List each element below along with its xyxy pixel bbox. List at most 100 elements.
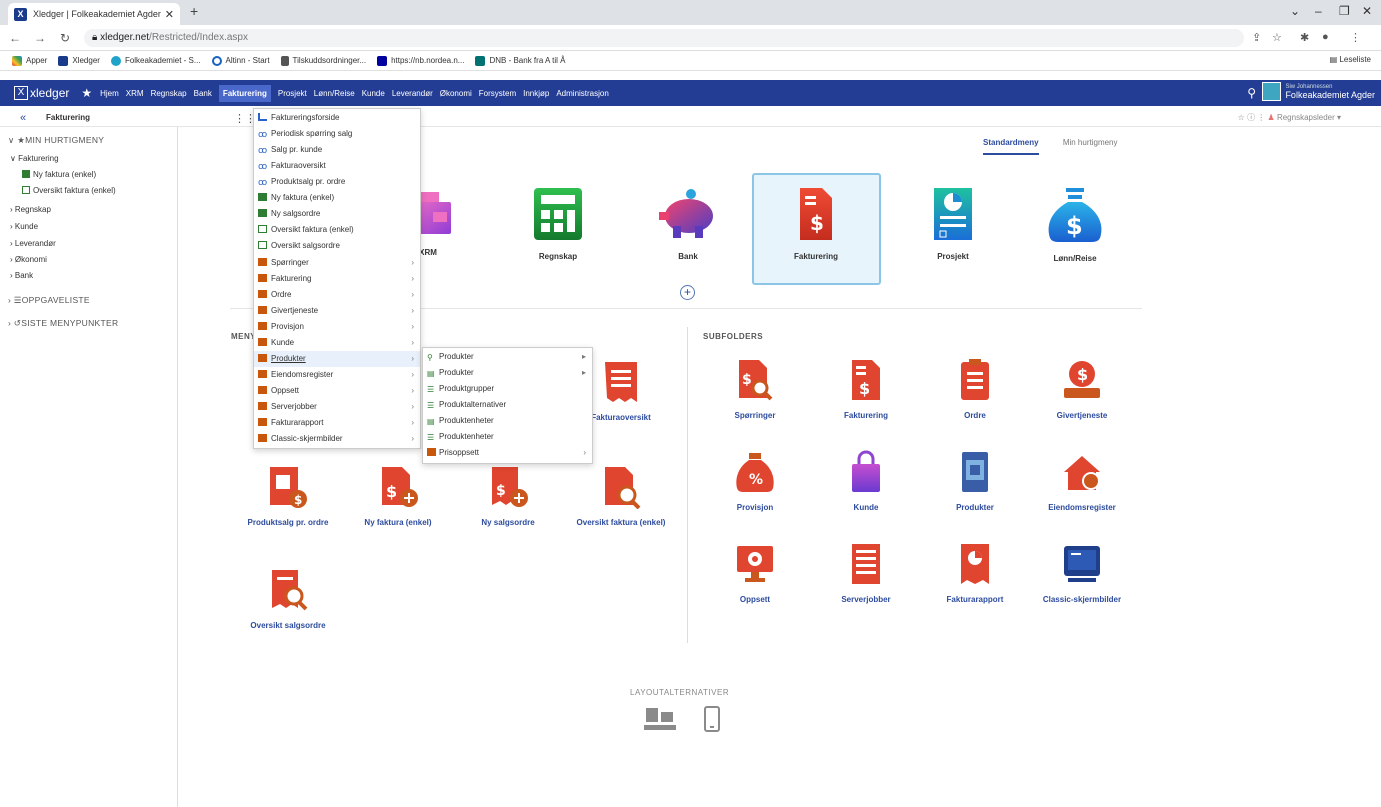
nav-forsystem[interactable]: Forsystem: [479, 89, 516, 98]
module-prosjekt[interactable]: Prosjekt: [889, 186, 1017, 261]
nav-hjem[interactable]: Hjem: [100, 89, 119, 98]
user-menu[interactable]: Siw Johannessen Folkeakademiet Agder: [1262, 82, 1375, 101]
nav-lonn-reise[interactable]: Lønn/Reise: [314, 89, 355, 98]
bookmark-star-icon[interactable]: ☆: [1272, 31, 1282, 44]
dd-oversikt-salgsordre[interactable]: Oversikt salgsordre: [254, 238, 420, 254]
sub-produktgrupper[interactable]: ☰ Produktgrupper: [423, 381, 592, 397]
dd-produkter[interactable]: Produkter ›: [254, 351, 420, 367]
tab-min-hurtigmeny[interactable]: Min hurtigmeny: [1063, 138, 1118, 147]
dd-produktsalg[interactable]: ꝏ Produktsalg pr. ordre: [254, 174, 420, 190]
xledger-logo[interactable]: Xxledger: [14, 86, 69, 100]
browser-tab[interactable]: X Xledger | Folkeakademiet Agder ✕: [8, 3, 180, 25]
share-icon[interactable]: ⇪: [1252, 31, 1261, 44]
dd-kunde[interactable]: Kunde ›: [254, 335, 420, 351]
nav-regnskap[interactable]: Regnskap: [151, 89, 187, 98]
nav-leverandor[interactable]: Leverandør: [392, 89, 433, 98]
role-select[interactable]: Regnskapsleder: [1277, 113, 1335, 122]
bookmark-tilskudd[interactable]: Tilskuddsordninger...: [280, 55, 366, 66]
profile-icon[interactable]: ●: [1322, 31, 1329, 43]
search-icon[interactable]: ⚲: [1247, 86, 1256, 100]
add-module-button[interactable]: +: [680, 285, 695, 300]
folder-fakturarapport[interactable]: Fakturarapport: [927, 542, 1023, 605]
sub-produkter-table[interactable]: ▤ Produkter ▸: [423, 365, 592, 381]
dd-provisjon[interactable]: Provisjon ›: [254, 319, 420, 335]
sidebar-item-leverandor[interactable]: › Leverandør: [10, 239, 56, 248]
favorite-icon[interactable]: ☆: [1238, 113, 1245, 122]
folder-serverjobber[interactable]: Serverjobber: [818, 542, 914, 605]
folder-sporringer[interactable]: $ Spørringer: [707, 358, 803, 421]
nav-kunde[interactable]: Kunde: [362, 89, 385, 98]
tab-standardmeny[interactable]: Standardmeny: [983, 138, 1039, 155]
nav-innkjop[interactable]: Innkjøp: [523, 89, 549, 98]
folder-givertjeneste[interactable]: $ Givertjeneste: [1034, 358, 1130, 421]
reading-list[interactable]: ▤ Leseliste: [1330, 55, 1371, 64]
dd-fakturarapport[interactable]: Fakturarapport ›: [254, 415, 420, 431]
new-tab-icon[interactable]: +: [190, 3, 198, 19]
minimize-icon[interactable]: –: [1315, 4, 1322, 18]
sidebar-item-kunde[interactable]: › Kunde: [10, 222, 38, 231]
sidebar-group-fakturering[interactable]: ∨ Fakturering: [10, 154, 59, 163]
desktop-layout-icon[interactable]: [644, 706, 676, 732]
tile-ny-faktura[interactable]: $ Ny faktura (enkel): [350, 465, 446, 528]
dd-oversikt-faktura[interactable]: Oversikt faktura (enkel): [254, 222, 420, 238]
close-tab-icon[interactable]: ✕: [165, 8, 174, 21]
url-bar[interactable]: 🔒︎ xledger.net/Restricted/Index.aspx: [84, 29, 1244, 47]
dd-ny-salgsordre[interactable]: Ny salgsordre: [254, 206, 420, 222]
sub-produktenheter-table[interactable]: ▤ Produktenheter: [423, 413, 592, 429]
sub-produkter-query[interactable]: ⚲ Produkter ▸: [423, 349, 592, 365]
folder-kunde[interactable]: Kunde: [818, 450, 914, 513]
extensions-icon[interactable]: ✱: [1300, 31, 1309, 44]
dd-oppsett[interactable]: Oppsett ›: [254, 383, 420, 399]
folder-provisjon[interactable]: % Provisjon: [707, 450, 803, 513]
favorites-star-icon[interactable]: ★: [81, 86, 92, 100]
tile-oversikt-salgsordre[interactable]: Oversikt salgsordre: [240, 568, 336, 631]
tile-oversikt-faktura[interactable]: Oversikt faktura (enkel): [573, 465, 669, 528]
nav-administrasjon[interactable]: Administrasjon: [556, 89, 608, 98]
tile-produktsalg[interactable]: $ Produktsalg pr. ordre: [240, 465, 336, 528]
module-lonn-reise[interactable]: $ Lønn/Reise: [1011, 186, 1139, 263]
dd-givertjeneste[interactable]: Givertjeneste ›: [254, 303, 420, 319]
dd-periodisk[interactable]: ꝏ Periodisk spørring salg: [254, 126, 420, 142]
sidebar-siste[interactable]: › ↺SISTE MENYPUNKTER: [8, 318, 118, 329]
folder-ordre[interactable]: Ordre: [927, 358, 1023, 421]
dd-fakturaoversikt[interactable]: ꝏ Fakturaoversikt: [254, 158, 420, 174]
tile-ny-salgsordre[interactable]: $ Ny salgsordre: [460, 465, 556, 528]
sidebar-hurtigmeny[interactable]: ∨ ★MIN HURTIGMENY: [8, 135, 104, 146]
sidebar-link-oversikt-faktura[interactable]: Oversikt faktura (enkel): [22, 186, 116, 195]
tab-search-icon[interactable]: ⌄: [1290, 4, 1300, 18]
dd-salg-kunde[interactable]: ꝏ Salg pr. kunde: [254, 142, 420, 158]
dd-fakturering[interactable]: Fakturering ›: [254, 271, 420, 287]
nav-fakturering[interactable]: Fakturering: [218, 84, 271, 102]
sidebar-item-regnskap[interactable]: › Regnskap: [10, 205, 51, 214]
nav-bank[interactable]: Bank: [194, 89, 212, 98]
close-window-icon[interactable]: ✕: [1362, 4, 1372, 18]
module-bank[interactable]: Bank: [624, 186, 752, 261]
folder-fakturering[interactable]: $ Fakturering: [818, 358, 914, 421]
sub-prisoppsett[interactable]: Prisoppsett ›: [423, 445, 592, 461]
sub-produktalternativer[interactable]: ☰ Produktalternativer: [423, 397, 592, 413]
reload-icon[interactable]: ↻: [60, 31, 70, 45]
folder-eiendomsregister[interactable]: Eiendomsregister: [1034, 450, 1130, 513]
dd-serverjobber[interactable]: Serverjobber ›: [254, 399, 420, 415]
folder-oppsett[interactable]: Oppsett: [707, 542, 803, 605]
dd-eiendomsregister[interactable]: Eiendomsregister ›: [254, 367, 420, 383]
dd-classic[interactable]: Classic-skjermbilder ›: [254, 431, 420, 447]
bookmark-altinn[interactable]: Altinn - Start: [211, 55, 270, 66]
dd-ny-faktura[interactable]: Ny faktura (enkel): [254, 190, 420, 206]
folder-classic[interactable]: Classic-skjermbilder: [1034, 542, 1130, 605]
module-fakturering[interactable]: $ Fakturering: [752, 186, 880, 261]
nav-prosjekt[interactable]: Prosjekt: [278, 89, 307, 98]
bookmark-folkeakademiet[interactable]: Folkeakademiet - S...: [110, 55, 201, 66]
back-icon[interactable]: ←: [9, 31, 21, 45]
browser-menu-icon[interactable]: ⋮: [1350, 31, 1361, 44]
module-regnskap[interactable]: Regnskap: [494, 186, 622, 261]
bookmark-dnb[interactable]: DNB - Bank fra A til Å: [475, 55, 566, 66]
sub-produktenheter-list[interactable]: ☰ Produktenheter: [423, 429, 592, 445]
dd-sporringer[interactable]: Spørringer ›: [254, 255, 420, 271]
forward-icon[interactable]: →: [34, 31, 46, 45]
dd-ordre[interactable]: Ordre ›: [254, 287, 420, 303]
bookmark-nordea[interactable]: https://nb.nordea.n...: [377, 55, 464, 66]
folder-produkter[interactable]: Produkter: [927, 450, 1023, 513]
sidebar-item-okonomi[interactable]: › Økonomi: [10, 255, 47, 264]
help-icon[interactable]: ⓘ: [1247, 113, 1255, 122]
